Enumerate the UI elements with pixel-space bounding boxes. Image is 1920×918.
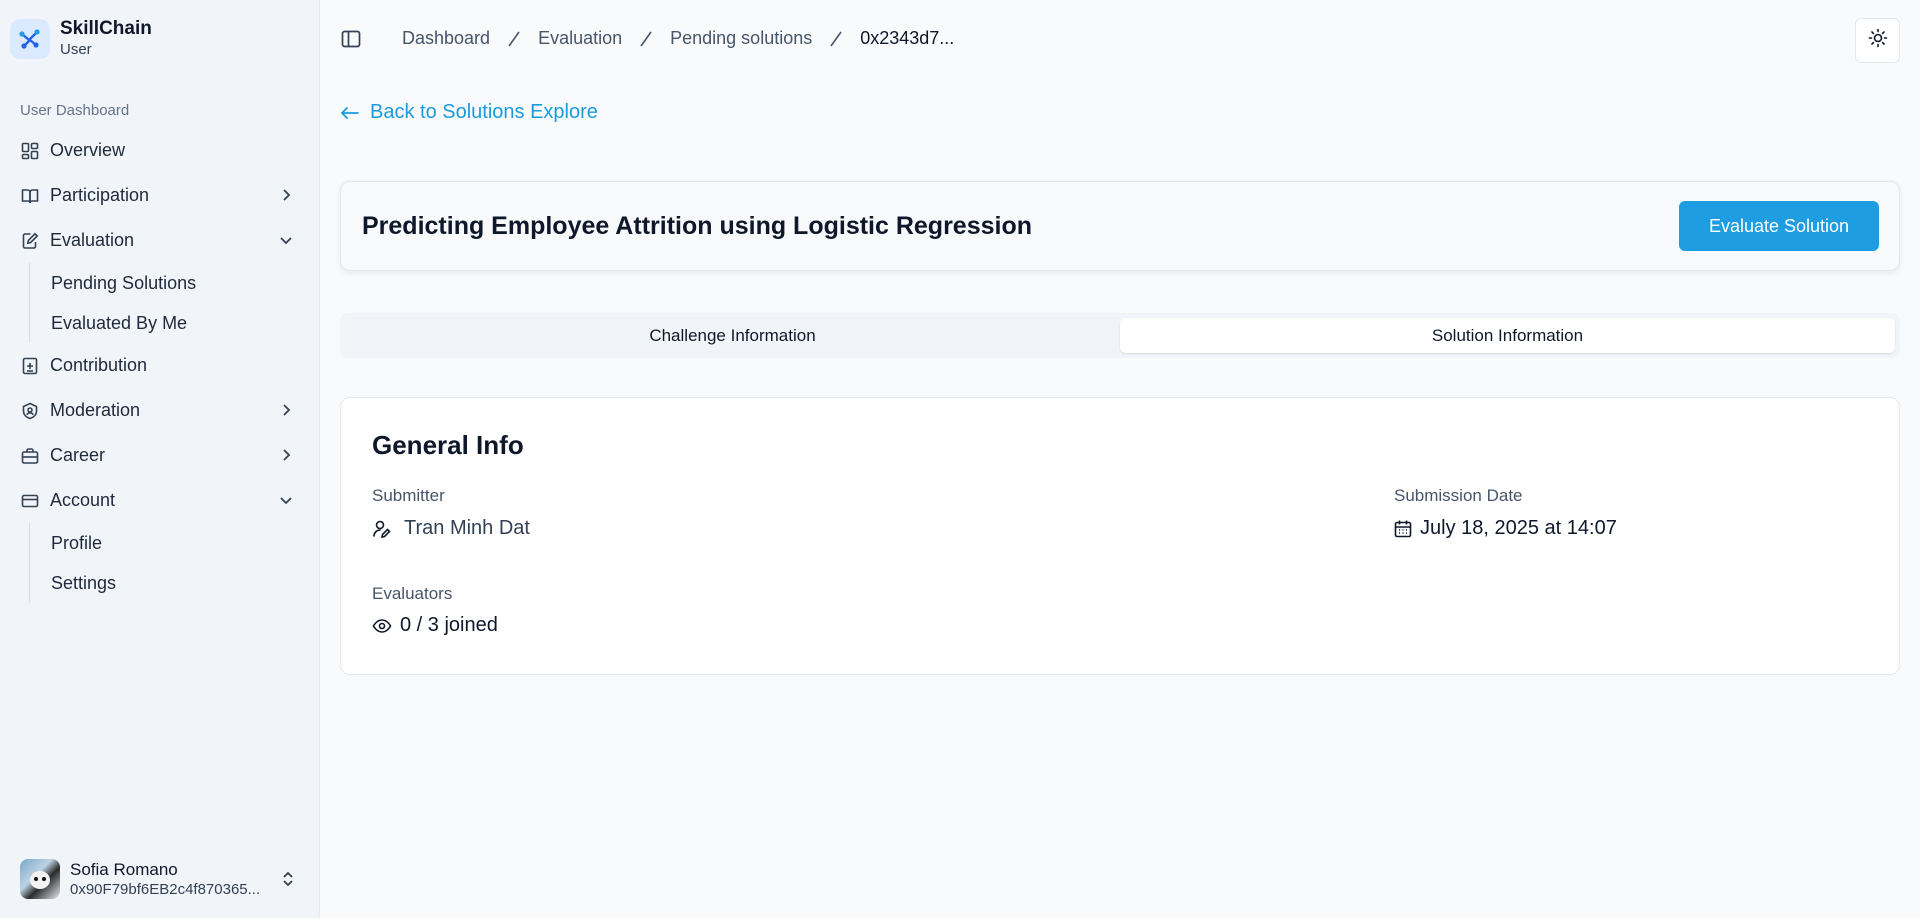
page-title: Predicting Employee Attrition using Logi… — [362, 212, 1032, 240]
edit-document-icon — [20, 231, 40, 251]
evaluators-count: 0 / 3 joined — [400, 614, 498, 636]
brand-name: SkillChain — [60, 18, 152, 39]
sidebar-item-label: Account — [50, 490, 116, 510]
sidebar-item-profile[interactable]: Profile — [51, 523, 308, 563]
sidebar-item-career[interactable]: Career — [10, 433, 308, 478]
slash-separator-icon — [828, 29, 844, 49]
chevron-right-icon — [276, 400, 296, 420]
sidebar-toggle-icon[interactable] — [340, 28, 362, 50]
tab-challenge-information[interactable]: Challenge Information — [345, 318, 1120, 353]
breadcrumb-current: 0x2343d7... — [860, 28, 955, 48]
user-name: Sofia Romano — [70, 859, 178, 879]
evaluate-solution-button[interactable]: Evaluate Solution — [1679, 201, 1879, 251]
breadcrumb-evaluation[interactable]: Evaluation — [538, 28, 622, 49]
sidebar-item-label: Career — [50, 445, 106, 465]
general-info-heading: General Info — [372, 430, 524, 460]
breadcrumb-dashboard[interactable]: Dashboard — [402, 28, 490, 49]
sidebar-item-evaluation[interactable]: Evaluation — [10, 218, 308, 263]
submission-date-label: Submission Date — [1394, 486, 1523, 505]
calendar-icon — [1394, 519, 1412, 539]
user-menu[interactable]: Sofia Romano 0x90F79bf6EB2c4f870365... — [20, 856, 300, 902]
briefcase-icon — [20, 446, 40, 466]
user-address: 0x90F79bf6EB2c4f870365... — [70, 880, 261, 898]
submission-date-value: July 18, 2025 at 14:07 — [1394, 517, 1617, 540]
sidebar-item-contribution[interactable]: Contribution — [10, 343, 308, 388]
eye-icon — [372, 616, 392, 636]
shield-icon — [20, 401, 40, 421]
tab-solution-information[interactable]: Solution Information — [1120, 318, 1895, 353]
brand-role: User — [60, 41, 92, 58]
sidebar-item-moderation[interactable]: Moderation — [10, 388, 308, 433]
sidebar: SkillChain User User Dashboard Overview … — [0, 0, 320, 918]
info-tabs: Challenge Information Solution Informati… — [340, 313, 1900, 358]
account-submenu: Profile Settings — [29, 523, 308, 603]
submitter-name: Tran Minh Dat — [404, 517, 530, 539]
arrow-left-icon — [340, 103, 360, 123]
sidebar-item-label: Participation — [50, 185, 150, 205]
chevron-down-icon — [276, 490, 296, 510]
breadcrumb: Dashboard Evaluation Pending solutions 0… — [402, 28, 954, 49]
back-to-solutions-link[interactable]: Back to Solutions Explore — [340, 101, 598, 124]
credit-card-icon — [20, 491, 40, 511]
submission-date-text: July 18, 2025 at 14:07 — [1420, 517, 1617, 539]
section-label: User Dashboard — [20, 102, 130, 119]
slash-separator-icon — [638, 29, 654, 49]
chevrons-up-down-icon — [278, 869, 298, 889]
theme-toggle-button[interactable] — [1855, 18, 1900, 63]
chevron-right-icon — [276, 185, 296, 205]
sidebar-item-overview[interactable]: Overview — [10, 128, 308, 173]
evaluators-label: Evaluators — [372, 584, 453, 603]
sidebar-item-label: Contribution — [50, 355, 148, 375]
top-header: Dashboard Evaluation Pending solutions 0… — [320, 0, 1920, 80]
avatar — [20, 859, 60, 899]
submitter-label: Submitter — [372, 486, 445, 505]
sidebar-item-settings[interactable]: Settings — [51, 563, 308, 603]
breadcrumb-pending-solutions[interactable]: Pending solutions — [670, 28, 812, 49]
chevron-right-icon — [276, 445, 296, 465]
sidebar-item-label: Evaluation — [50, 230, 135, 250]
book-open-icon — [20, 186, 40, 206]
sidebar-item-label: Moderation — [50, 400, 141, 420]
file-plus-icon — [20, 356, 40, 376]
slash-separator-icon — [506, 29, 522, 49]
user-pen-icon — [372, 519, 392, 539]
solution-title-card: Predicting Employee Attrition using Logi… — [340, 181, 1900, 271]
evaluation-submenu: Pending Solutions Evaluated By Me — [29, 263, 308, 343]
sidebar-item-evaluated-by-me[interactable]: Evaluated By Me — [51, 303, 308, 343]
sidebar-nav: Overview Participation Evaluation Pendin… — [10, 128, 308, 603]
chevron-down-icon — [276, 230, 296, 250]
skillchain-logo-icon — [10, 19, 50, 59]
sidebar-item-pending-solutions[interactable]: Pending Solutions — [51, 263, 308, 303]
general-info-card: General Info Submitter Tran Minh Dat Sub… — [340, 397, 1900, 675]
back-link-label: Back to Solutions Explore — [370, 101, 598, 123]
sun-icon — [1868, 28, 1888, 53]
evaluators-value: 0 / 3 joined — [372, 614, 498, 637]
sidebar-item-account[interactable]: Account — [10, 478, 308, 523]
sidebar-item-label: Overview — [50, 140, 126, 160]
brand[interactable]: SkillChain User — [10, 18, 152, 60]
sidebar-item-participation[interactable]: Participation — [10, 173, 308, 218]
submitter-value: Tran Minh Dat — [372, 517, 530, 540]
layout-grid-icon — [20, 141, 40, 161]
